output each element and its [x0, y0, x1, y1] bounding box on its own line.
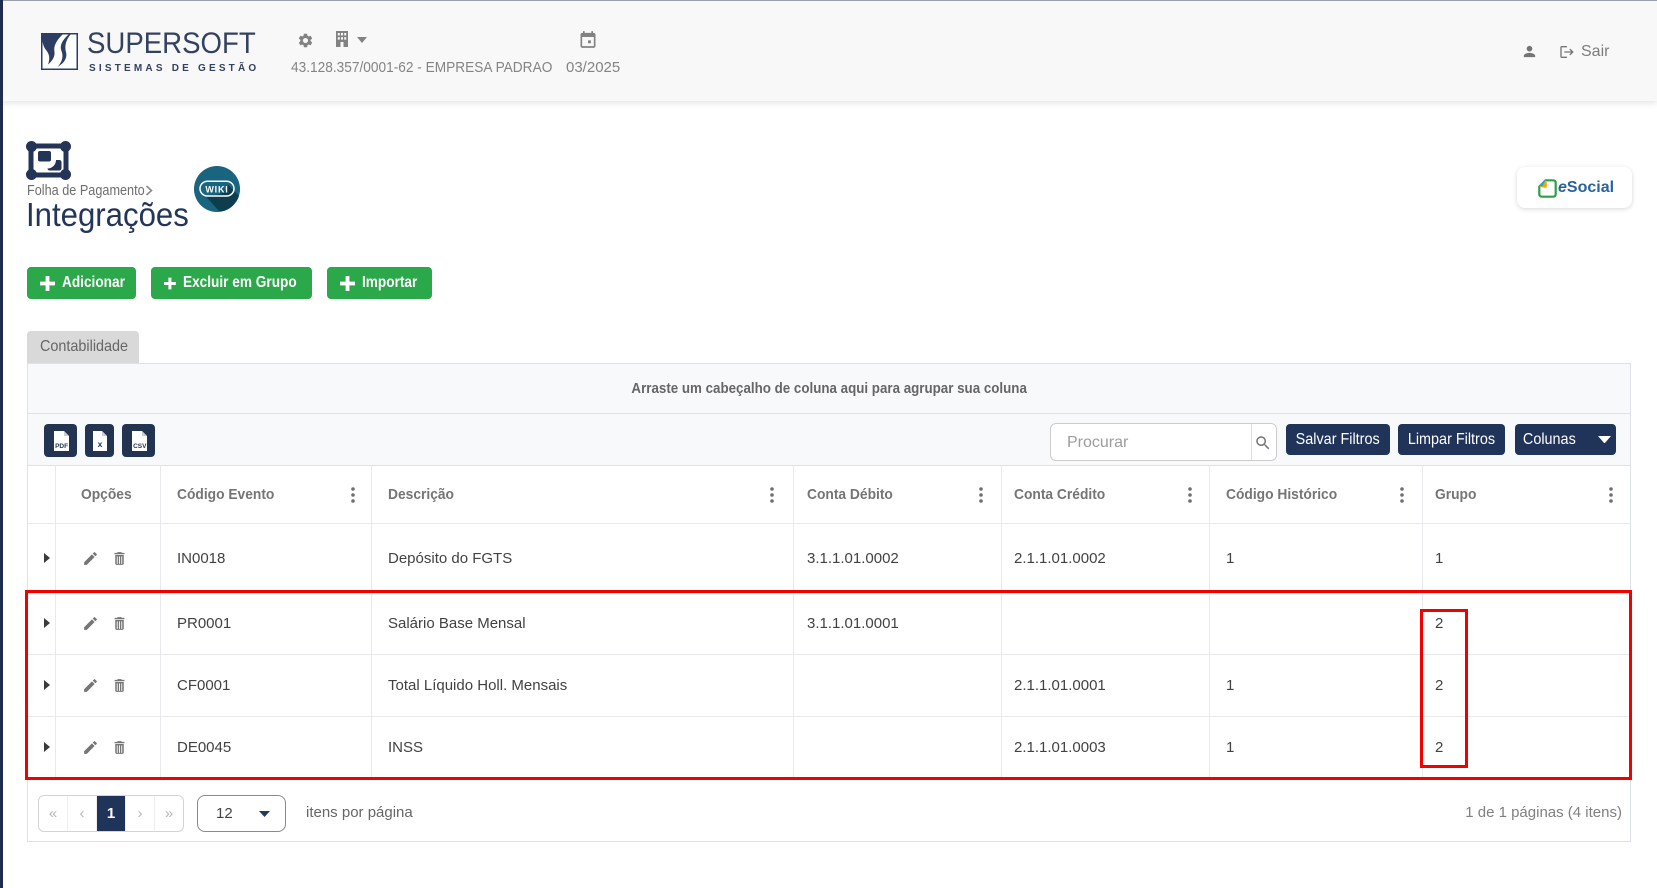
svg-text:x: x [97, 439, 102, 449]
svg-text:PDF: PDF [55, 443, 68, 450]
svg-text:WIKI: WIKI [205, 185, 228, 195]
svg-text:CSV: CSV [133, 443, 147, 450]
